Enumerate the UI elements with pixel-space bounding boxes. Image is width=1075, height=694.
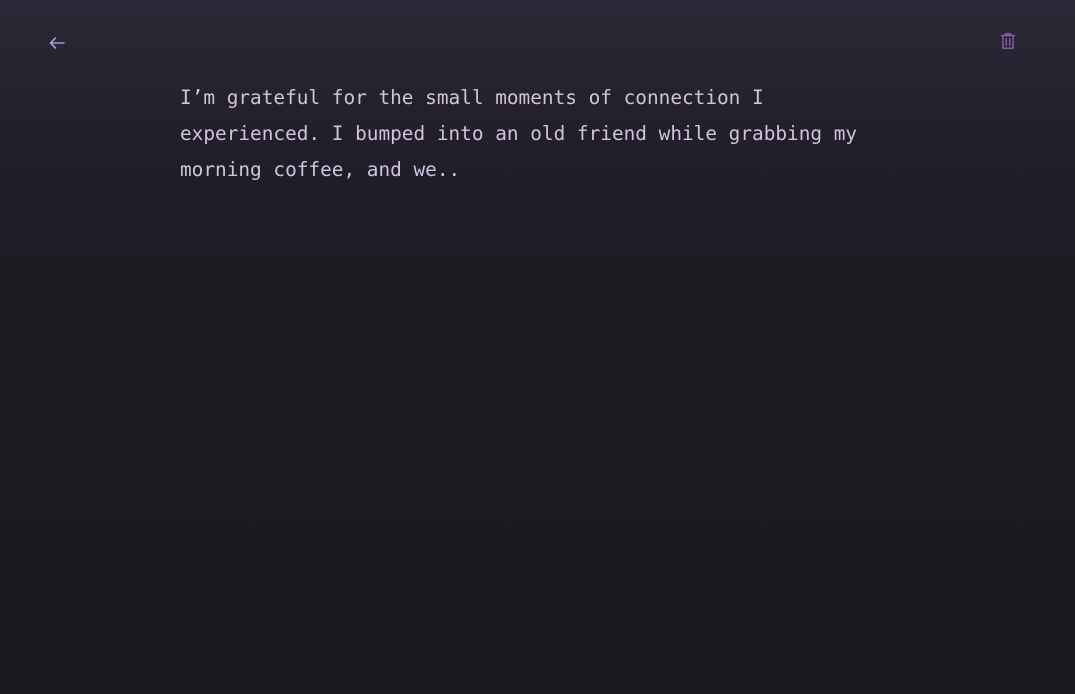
trash-icon	[1000, 32, 1016, 50]
arrow-left-icon	[48, 36, 66, 50]
journal-entry-text[interactable]: I’m grateful for the small moments of co…	[180, 80, 900, 640]
back-button[interactable]	[44, 30, 70, 56]
delete-entry-button[interactable]	[995, 28, 1021, 54]
journal-entry-screen: I’m grateful for the small moments of co…	[0, 0, 1075, 694]
